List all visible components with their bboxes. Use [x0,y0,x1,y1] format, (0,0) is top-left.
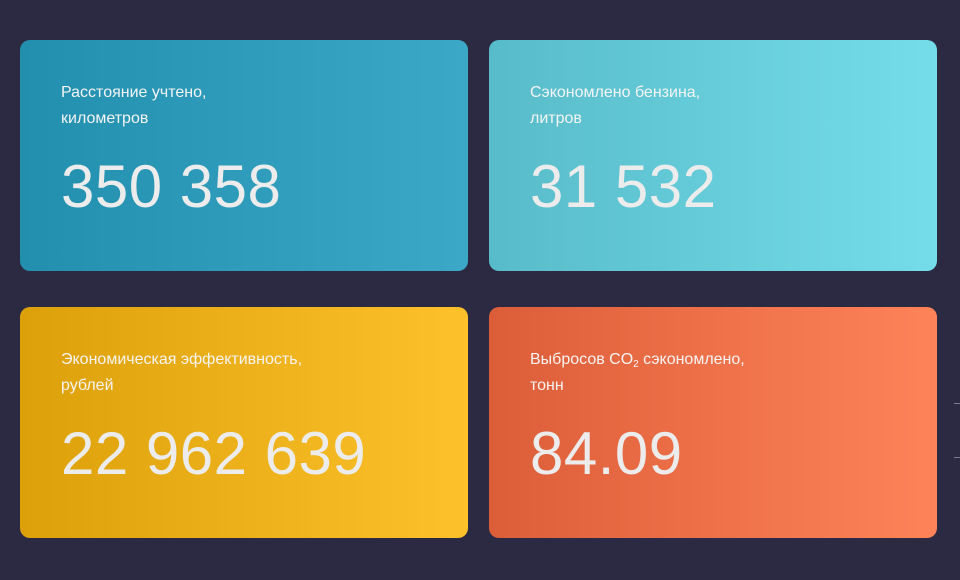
co2-suffix: сэкономлено, [638,351,745,368]
stat-label-fuel: Сэкономлено бензина, литров [530,80,890,132]
stat-label-economic: Экономическая эффективность, рублей [61,347,421,399]
edge-tick [954,403,960,404]
stat-value-fuel: 31 532 [530,153,717,220]
stat-unit: тонн [530,377,564,394]
stat-card-fuel: Сэкономлено бензина, литров 31 532 [489,40,937,271]
stat-unit: рублей [61,377,114,394]
stat-card-co2: Выбросов CO2 сэкономлено, тонн 84.09 [489,307,937,538]
stat-label-line: Сэкономлено бензина, [530,84,701,101]
co2-prefix: Выбросов CO [530,351,634,368]
stat-card-distance: Расстояние учтено, километров 350 358 [20,40,468,271]
stat-label-line: Расстояние учтено, [61,84,207,101]
stat-unit: километров [61,110,149,127]
stat-label-line: Экономическая эффективность, [61,351,303,368]
stat-value-economic: 22 962 639 [61,420,367,487]
stat-value-co2: 84.09 [530,420,683,487]
stat-card-economic: Экономическая эффективность, рублей 22 9… [20,307,468,538]
stat-unit: литров [530,110,582,127]
stat-value-distance: 350 358 [61,153,282,220]
stat-label-co2: Выбросов CO2 сэкономлено, тонн [530,347,890,399]
stat-label-line: Выбросов CO2 сэкономлено, [530,347,890,373]
stat-label-distance: Расстояние учтено, километров [61,80,421,132]
edge-tick [954,457,960,458]
